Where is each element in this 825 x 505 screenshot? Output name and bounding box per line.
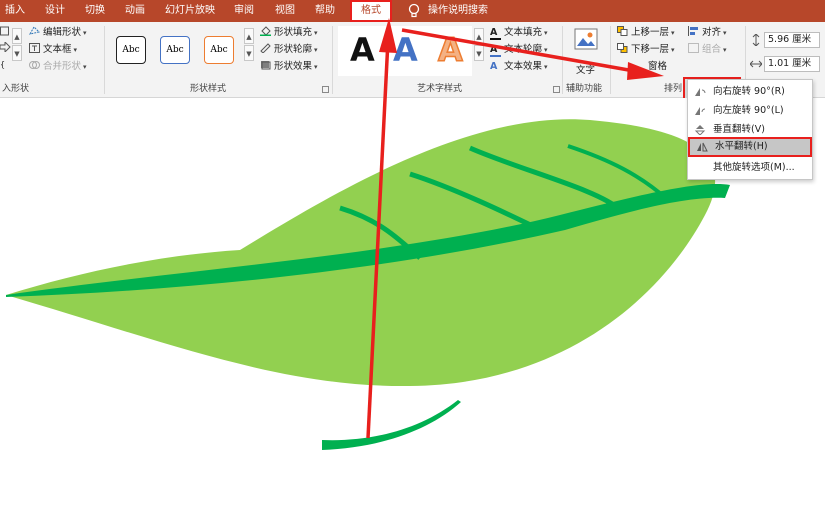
text-outline-button[interactable]: A 文本轮廓 ▾ xyxy=(490,43,548,57)
send-backward-button[interactable]: 下移一层 ▾ xyxy=(617,43,675,57)
bring-forward-button[interactable]: 上移一层 ▾ xyxy=(617,26,675,40)
shape-effects-icon xyxy=(261,61,271,70)
shape-width-field[interactable]: 1.01 厘米 xyxy=(764,56,820,72)
tab-view[interactable]: 视图 xyxy=(270,0,300,22)
shape-styles-launcher-icon[interactable] xyxy=(322,86,329,93)
paint-bucket-icon xyxy=(260,26,271,36)
shape-style-dark[interactable]: Abc xyxy=(116,36,146,64)
text-fill-icon: A xyxy=(490,28,501,40)
tab-transitions[interactable]: 切换 xyxy=(80,0,110,22)
flip-vertical-icon xyxy=(694,125,706,135)
divider xyxy=(104,26,105,94)
wordart-launcher-icon[interactable] xyxy=(553,86,560,93)
shape-outline-button[interactable]: 形状轮廓 ▾ xyxy=(260,43,318,57)
rotate-right-icon xyxy=(695,88,706,96)
text-fill-button[interactable]: A 文本填充 ▾ xyxy=(490,26,548,40)
powerpoint-window: 插入 设计 切换 动画 幻灯片放映 审阅 视图 帮助 格式 操作说明搜索 { ▲… xyxy=(0,0,825,505)
rotate-dropdown-menu: 向右旋转 90°(R) 向左旋转 90°(L) 垂直翻转(V) 水平翻转(H) … xyxy=(687,79,813,180)
shape-styles-group-label: 形状样式 xyxy=(190,84,227,94)
divider xyxy=(332,26,333,94)
tab-insert[interactable]: 插入 xyxy=(0,0,30,22)
text-box-icon xyxy=(29,43,40,53)
arrange-group-label: 排列 xyxy=(664,84,683,94)
text-effects-icon: A xyxy=(490,61,498,72)
shape-style-orange[interactable]: Abc xyxy=(204,36,234,64)
divider xyxy=(610,26,611,94)
text-effects-button[interactable]: A 文本效果 ▾ xyxy=(490,60,548,74)
bring-forward-icon xyxy=(617,26,628,36)
flip-horizontal-icon xyxy=(697,142,708,152)
text-outline-icon: A xyxy=(490,45,501,57)
send-backward-icon xyxy=(617,43,628,53)
group-button[interactable]: 组合 ▾ xyxy=(688,43,727,57)
alt-text-label: 文字 xyxy=(576,65,596,76)
merge-shapes-icon xyxy=(29,61,40,69)
tab-animations[interactable]: 动画 xyxy=(120,0,150,22)
align-button[interactable]: 对齐 ▾ xyxy=(688,26,727,40)
tab-format[interactable]: 格式 xyxy=(350,0,392,22)
accessibility-group-label: 辅助功能 xyxy=(566,84,603,94)
divider xyxy=(562,26,563,94)
wordart-black[interactable]: A xyxy=(350,30,375,70)
insert-shapes-group-label: 入形状 xyxy=(2,84,30,94)
wordart-blue[interactable]: A xyxy=(393,30,418,70)
menu-flip-horizontal[interactable]: 水平翻转(H) xyxy=(688,137,812,157)
rotate-left-icon xyxy=(695,107,706,115)
ribbon-tab-bar: 插入 设计 切换 动画 幻灯片放映 审阅 视图 帮助 格式 操作说明搜索 xyxy=(0,0,825,22)
align-icon xyxy=(688,26,698,36)
shape-effects-button[interactable]: 形状效果 ▾ xyxy=(260,60,318,74)
leaf-stem xyxy=(322,400,461,450)
selection-pane-button[interactable]: 窗格 xyxy=(648,60,667,74)
tab-slideshow[interactable]: 幻灯片放映 xyxy=(160,0,220,22)
shape-fill-button[interactable]: 形状填充 ▾ xyxy=(260,26,318,40)
shape-height-icon xyxy=(752,34,760,46)
edit-shape-button[interactable]: 编辑形状 ▾ xyxy=(29,26,87,40)
wordart-scroll[interactable]: ▲ ▼ xyxy=(474,28,484,78)
text-box-button[interactable]: 文本框 ▾ xyxy=(29,43,77,57)
shapes-gallery-scroll[interactable]: ▲ ▼ xyxy=(12,28,22,78)
lightbulb-icon xyxy=(408,3,420,18)
shape-width-icon xyxy=(750,60,762,68)
shape-height-field[interactable]: 5.96 厘米 xyxy=(764,32,820,48)
alt-text-icon[interactable] xyxy=(574,28,598,50)
tab-help[interactable]: 帮助 xyxy=(310,0,340,22)
menu-more-rotation-options[interactable]: 其他旋转选项(M)... xyxy=(688,158,812,178)
menu-rotate-left[interactable]: 向左旋转 90°(L) xyxy=(688,101,812,121)
wordart-group-label: 艺术字样式 xyxy=(417,84,463,94)
group-icon xyxy=(688,43,699,53)
tab-review[interactable]: 审阅 xyxy=(229,0,259,22)
shape-styles-scroll[interactable]: ▲ ▼ xyxy=(244,28,254,78)
menu-rotate-right[interactable]: 向右旋转 90°(R) xyxy=(688,82,812,102)
shape-brace-icon[interactable]: { xyxy=(0,58,5,72)
tab-design[interactable]: 设计 xyxy=(40,0,70,22)
merge-shapes-button[interactable]: 合并形状 ▾ xyxy=(29,60,87,74)
shape-style-blue[interactable]: Abc xyxy=(160,36,190,64)
wordart-orange[interactable]: A xyxy=(437,30,463,70)
pen-icon xyxy=(260,43,271,53)
tell-me-search[interactable]: 操作说明搜索 xyxy=(428,0,494,22)
edit-shape-icon xyxy=(29,26,40,35)
